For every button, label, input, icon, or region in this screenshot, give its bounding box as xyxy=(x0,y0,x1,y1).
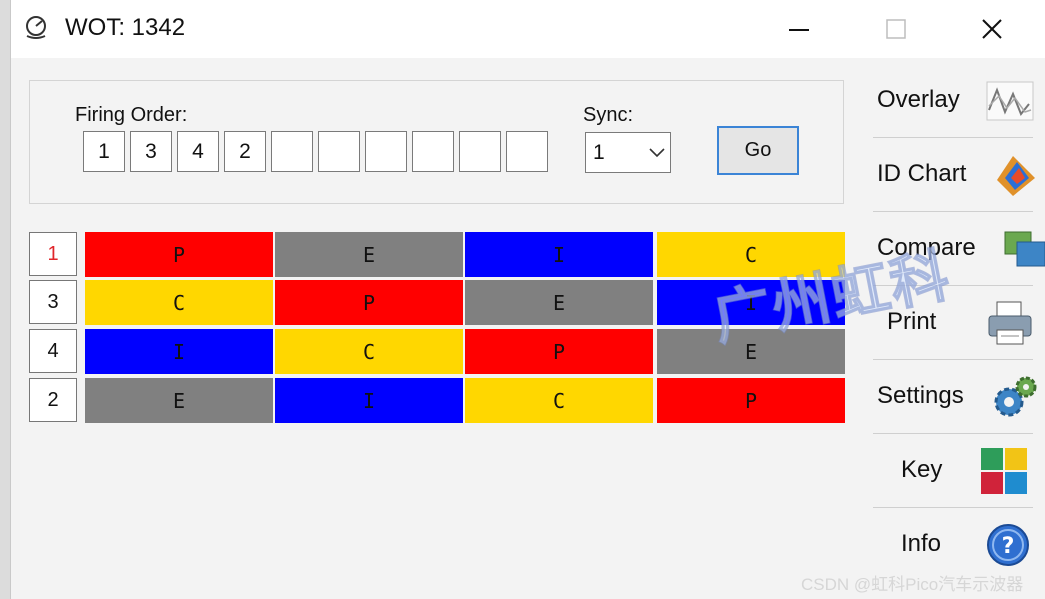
firing-order-field-2[interactable]: 3 xyxy=(130,131,172,172)
firing-order-inputs: 1 3 4 2 xyxy=(83,131,553,174)
info-button[interactable]: Info ? xyxy=(867,506,1035,580)
wot-window: WOT: 1342 Firing Order: 1 3 4 2 Sync: 1 … xyxy=(10,0,1045,599)
stroke-cell: E xyxy=(657,329,845,374)
stroke-cell: P xyxy=(465,329,653,374)
cylinder-label[interactable]: 4 xyxy=(29,329,77,373)
color-key-icon xyxy=(981,448,1027,494)
svg-text:?: ? xyxy=(1002,534,1015,559)
firing-order-label: Firing Order: xyxy=(75,104,188,126)
id-chart-label: ID Chart xyxy=(877,160,967,187)
sync-dropdown[interactable]: 1 xyxy=(585,132,671,173)
stroke-cell: I xyxy=(85,329,273,374)
stroke-cell: P xyxy=(85,232,273,277)
stroke-cell: C xyxy=(85,280,273,325)
compare-button[interactable]: Compare xyxy=(867,210,1045,284)
title-bar[interactable]: WOT: 1342 xyxy=(11,0,1045,58)
go-button[interactable]: Go xyxy=(717,126,799,175)
window-title: WOT: 1342 xyxy=(65,14,186,41)
overlay-label: Overlay xyxy=(877,86,960,113)
printer-icon xyxy=(988,301,1032,345)
overlay-waveform-icon xyxy=(986,81,1034,121)
stroke-cell: I xyxy=(657,280,845,325)
firing-order-field-8[interactable] xyxy=(412,131,454,172)
settings-button[interactable]: Settings xyxy=(867,358,1037,432)
stroke-cell: E xyxy=(85,378,273,423)
gauge-icon xyxy=(26,16,46,39)
stroke-cell: E xyxy=(465,280,653,325)
background-window-edge xyxy=(0,0,10,599)
firing-order-field-7[interactable] xyxy=(365,131,407,172)
stroke-cell: C xyxy=(657,232,845,277)
grid-row-cylinder-1: 1 P E I C xyxy=(29,232,849,278)
compare-label: Compare xyxy=(877,234,976,261)
stroke-cell: C xyxy=(275,329,463,374)
maximize-button[interactable] xyxy=(850,0,942,58)
print-button[interactable]: Print xyxy=(867,284,1035,358)
firing-order-field-6[interactable] xyxy=(318,131,360,172)
stroke-cell: P xyxy=(275,280,463,325)
firing-order-field-5[interactable] xyxy=(271,131,313,172)
id-chart-icon xyxy=(997,156,1035,196)
key-label: Key xyxy=(901,456,943,483)
grid-row-cylinder-4: 4 I C P E xyxy=(29,329,849,375)
close-button[interactable] xyxy=(946,0,1038,58)
settings-label: Settings xyxy=(877,382,964,409)
stroke-cell: C xyxy=(465,378,653,423)
grid-row-cylinder-3: 3 C P E I xyxy=(29,280,849,326)
stroke-cell: I xyxy=(465,232,653,277)
id-chart-button[interactable]: ID Chart xyxy=(867,136,1035,210)
stroke-cell: E xyxy=(275,232,463,277)
key-button[interactable]: Key xyxy=(867,432,1035,506)
info-label: Info xyxy=(901,530,942,557)
minimize-button[interactable] xyxy=(753,0,845,58)
footer-credit: CSDN @虹科Pico汽车示波器 xyxy=(801,575,1024,594)
stroke-cell: P xyxy=(657,378,845,423)
info-icon: ? xyxy=(987,524,1029,566)
firing-order-field-9[interactable] xyxy=(459,131,501,172)
cylinder-label[interactable]: 3 xyxy=(29,280,77,324)
grid-row-cylinder-2: 2 E I C P xyxy=(29,378,849,424)
sync-value: 1 xyxy=(593,140,605,164)
print-label: Print xyxy=(887,308,937,335)
firing-order-field-4[interactable]: 2 xyxy=(224,131,266,172)
gears-icon xyxy=(994,376,1037,417)
firing-order-field-10[interactable] xyxy=(506,131,548,172)
chevron-down-icon xyxy=(644,132,670,173)
minimize-icon xyxy=(789,29,809,31)
firing-order-field-1[interactable]: 1 xyxy=(83,131,125,172)
cylinder-label[interactable]: 2 xyxy=(29,378,77,422)
stroke-cell: I xyxy=(275,378,463,423)
cylinder-label[interactable]: 1 xyxy=(29,232,77,276)
maximize-icon xyxy=(886,19,906,39)
close-icon xyxy=(982,19,1002,39)
compare-icon xyxy=(1004,231,1045,267)
sync-label: Sync: xyxy=(583,104,634,126)
overlay-button[interactable]: Overlay xyxy=(867,62,1035,136)
firing-order-field-3[interactable]: 4 xyxy=(177,131,219,172)
tool-sidebar: Overlay ID Chart Compare Print Settings … xyxy=(867,58,1045,599)
